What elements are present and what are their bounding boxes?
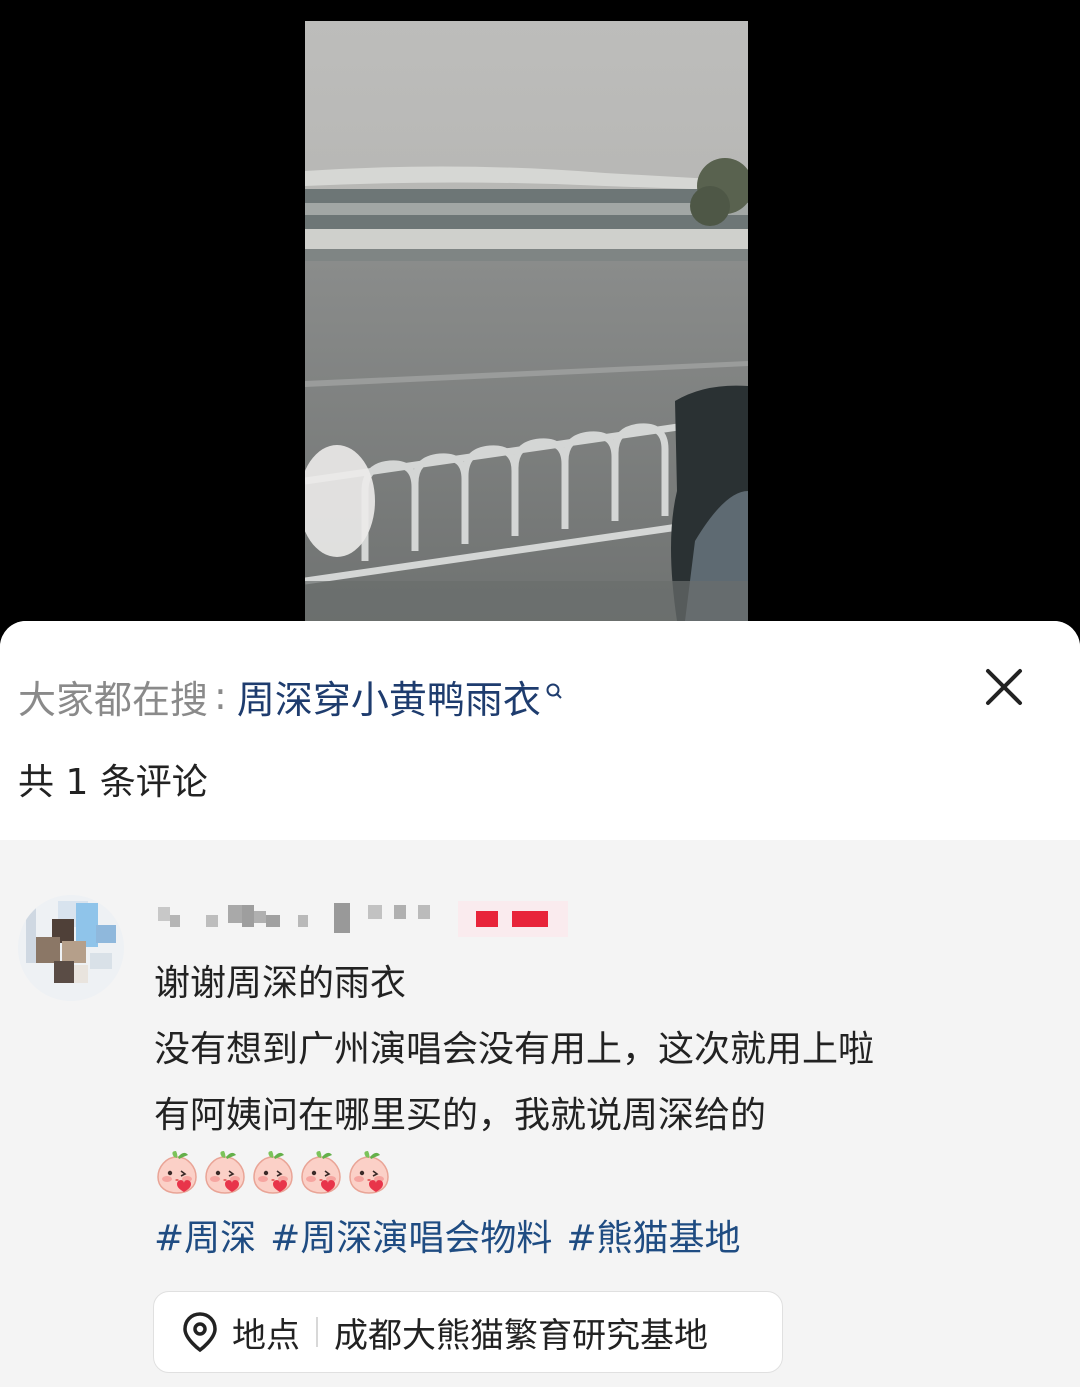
peach-blush-emoji — [202, 1149, 248, 1195]
location-divider — [316, 1317, 318, 1347]
comment-sheet: 大家都在搜 : 周深穿小黄鸭雨衣 共 1 条评论 谢谢周深的雨衣 没有想到广州演… — [0, 621, 1080, 1387]
comment-count: 共 1 条评论 — [18, 762, 208, 803]
trending-search-prefix: 大家都在搜 — [18, 677, 209, 722]
hashtag-row: #周深 #周深演唱会物料 #熊猫基地 — [154, 1209, 741, 1261]
trending-search[interactable]: 大家都在搜 : 周深穿小黄鸭雨衣 — [18, 669, 563, 724]
comment-line: 没有想到广州演唱会没有用上，这次就用上啦 — [154, 1029, 875, 1070]
avatar[interactable] — [18, 895, 124, 1001]
peach-blush-emoji — [154, 1149, 200, 1195]
search-icon — [545, 673, 563, 699]
comment-line: 有阿姨问在哪里买的，我就说周深给的 — [154, 1095, 767, 1136]
video-player[interactable] — [305, 21, 748, 621]
peach-blush-emoji — [298, 1149, 344, 1195]
location-chip[interactable]: 地点 成都大熊猫繁育研究基地 — [153, 1291, 783, 1373]
hashtag-link[interactable]: #周深演唱会物料 — [270, 1209, 552, 1261]
app-screen: 大家都在搜 : 周深穿小黄鸭雨衣 共 1 条评论 谢谢周深的雨衣 没有想到广州演… — [0, 0, 1080, 1387]
peach-blush-emoji — [250, 1149, 296, 1195]
trending-search-colon: : — [214, 674, 227, 718]
comment-line: 谢谢周深的雨衣 — [154, 963, 407, 1004]
comment-body: 谢谢周深的雨衣 没有想到广州演唱会没有用上，这次就用上啦 有阿姨问在哪里买的，我… — [154, 951, 1034, 1149]
location-name: 成都大熊猫繁育研究基地 — [334, 1315, 708, 1356]
username[interactable] — [158, 901, 578, 937]
close-icon[interactable] — [980, 663, 1028, 711]
sheet-header: 大家都在搜 : 周深穿小黄鸭雨衣 共 1 条评论 — [0, 621, 1080, 840]
hashtag-link[interactable]: #周深 — [154, 1209, 256, 1261]
location-pin-icon — [180, 1310, 220, 1354]
hashtag-link[interactable]: #熊猫基地 — [566, 1209, 740, 1261]
trending-search-term[interactable]: 周深穿小黄鸭雨衣 — [237, 669, 541, 724]
emoji-row — [154, 1149, 392, 1199]
peach-blush-emoji — [346, 1149, 392, 1195]
location-label: 地点 — [232, 1315, 300, 1356]
video-frame — [305, 21, 748, 621]
